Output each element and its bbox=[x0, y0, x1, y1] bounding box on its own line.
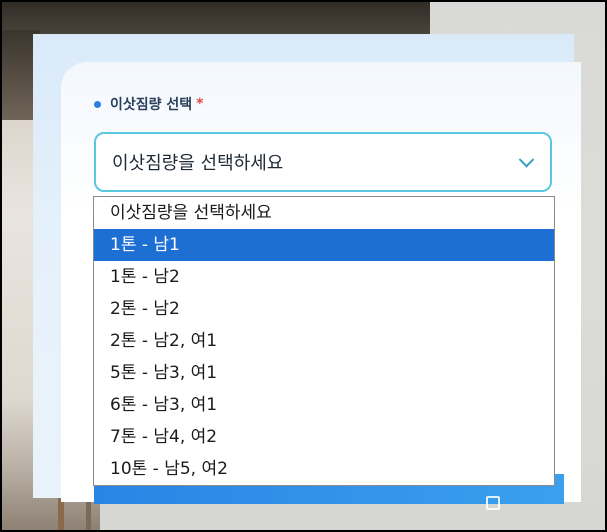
dot-icon bbox=[94, 100, 101, 108]
dropdown-option[interactable]: 1톤 - 남2 bbox=[94, 261, 554, 293]
dropdown-option[interactable]: 2톤 - 남2 bbox=[94, 293, 554, 325]
checkbox-icon bbox=[486, 496, 500, 510]
moving-volume-select[interactable]: 이삿짐량을 선택하세요 bbox=[94, 132, 552, 192]
field-label-text: 이삿짐량 선택 bbox=[110, 97, 193, 113]
select-value: 이삿짐량을 선택하세요 bbox=[112, 153, 284, 174]
dropdown-option[interactable]: 2톤 - 남2, 여1 bbox=[94, 325, 554, 357]
dropdown-option[interactable]: 이삿짐량을 선택하세요 bbox=[94, 197, 554, 229]
dropdown-option[interactable]: 1톤 - 남1 bbox=[94, 229, 554, 261]
chevron-down-icon[interactable] bbox=[518, 152, 535, 168]
background-pole bbox=[86, 498, 91, 532]
dropdown-option[interactable]: 7톤 - 남4, 여2 bbox=[94, 421, 554, 453]
dropdown-option[interactable]: 6톤 - 남3, 여1 bbox=[94, 389, 554, 421]
field-label: 이삿짐량 선택 * bbox=[94, 94, 203, 114]
required-mark: * bbox=[196, 96, 204, 112]
background-beam bbox=[0, 0, 430, 34]
dropdown-option[interactable]: 10톤 - 남5, 여2 bbox=[94, 453, 554, 485]
dropdown-list: 이삿짐량을 선택하세요 1톤 - 남1 1톤 - 남2 2톤 - 남2 2톤 -… bbox=[93, 196, 555, 486]
dropdown-option[interactable]: 5톤 - 남3, 여1 bbox=[94, 357, 554, 389]
page-panel: 이삿짐량 선택 * 이삿짐량을 선택하세요 이삿짐량을 선택하세요 1톤 - 남… bbox=[33, 34, 581, 510]
